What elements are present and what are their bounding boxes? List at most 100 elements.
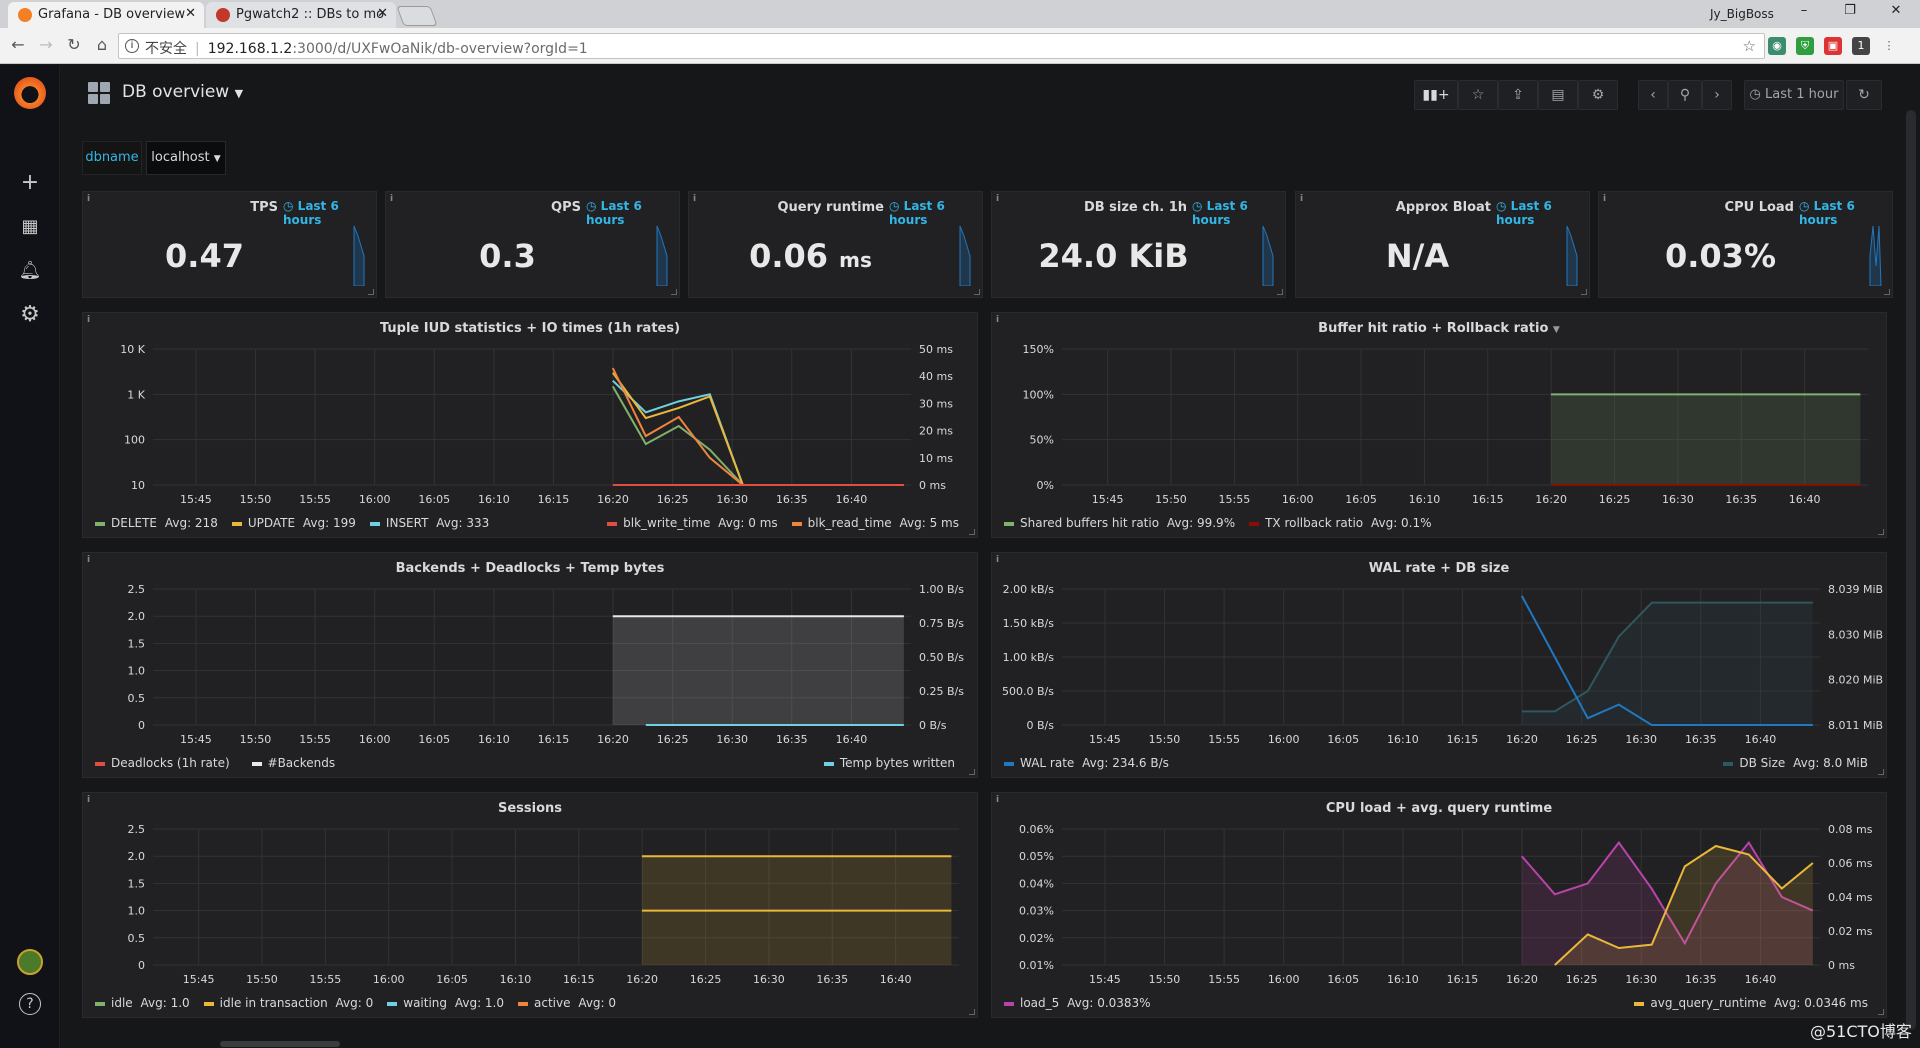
reload-icon[interactable]: ↻ (64, 35, 84, 54)
panel-info-icon[interactable]: i (87, 194, 90, 204)
forward-arrow-icon[interactable]: → (36, 35, 56, 54)
x-tick-label: 16:30 (716, 493, 748, 506)
resize-handle[interactable] (1884, 289, 1890, 295)
time-range-picker[interactable]: ◷ Last 1 hour (1744, 80, 1844, 110)
legend-item[interactable]: idle in transaction Avg: 0 (200, 996, 373, 1010)
avatar[interactable] (17, 949, 43, 975)
browser-tab-title: Grafana - DB overview (38, 7, 186, 22)
legend-item[interactable]: #Backends (248, 756, 340, 770)
resize-handle[interactable] (368, 289, 374, 295)
new-tab-button[interactable] (396, 6, 438, 26)
bookmark-star-icon[interactable]: ☆ (1743, 37, 1756, 55)
legend-item[interactable]: idle Avg: 1.0 (91, 996, 190, 1010)
notification-extension-icon[interactable]: 1 (1852, 37, 1870, 55)
stat-panel[interactable]: i CPU Load ◷ Last 6 hours 0.03% (1598, 191, 1893, 298)
stat-panel[interactable]: i DB size ch. 1h ◷ Last 6 hours 24.0 KiB (991, 191, 1286, 298)
site-info-icon[interactable]: i (125, 39, 139, 53)
panel-info-icon[interactable]: i (693, 194, 696, 204)
legend-item[interactable]: TX rollback ratio Avg: 0.1% (1245, 516, 1432, 530)
help-icon[interactable]: ? (19, 993, 41, 1015)
alerts-bell-icon[interactable]: 🔔︎ (18, 259, 42, 283)
legend-item[interactable]: waiting Avg: 1.0 (383, 996, 504, 1010)
save-dashboard-button[interactable]: ▤ (1538, 80, 1578, 110)
stat-panel[interactable]: i Query runtime ◷ Last 6 hours 0.06 ms (688, 191, 983, 298)
close-tab-icon[interactable]: ✕ (377, 6, 388, 21)
url-input[interactable]: i 不安全 | 192.168.1.2:3000/d/UXFwOaNik/db-ov… (118, 33, 1765, 59)
grafana-favicon-icon (18, 8, 32, 22)
variable-dropdown[interactable]: localhost ▼ (146, 141, 226, 175)
time-forward-button[interactable]: › (1702, 80, 1732, 110)
scrollbar-thumb[interactable] (220, 1041, 340, 1047)
legend-item[interactable]: INSERT Avg: 333 (366, 516, 489, 530)
y-right-tick-label: 0.75 B/s (919, 617, 964, 630)
sparkline (353, 225, 365, 286)
legend-item[interactable]: load_5 Avg: 0.0383% (1000, 996, 1151, 1010)
clock-icon: ◷ (889, 199, 900, 213)
panel-info-icon[interactable]: i (996, 194, 999, 204)
close-tab-icon[interactable]: ✕ (185, 6, 196, 21)
star-dashboard-button[interactable]: ☆ (1458, 80, 1498, 110)
resize-handle[interactable] (974, 289, 980, 295)
stat-panel[interactable]: i QPS ◷ Last 6 hours 0.3 (385, 191, 680, 298)
stat-title[interactable]: DB size ch. 1h (1037, 200, 1187, 215)
legend-item[interactable]: WAL rate Avg: 234.6 B/s (1000, 756, 1169, 770)
resize-handle[interactable] (1581, 289, 1587, 295)
panel-info-icon[interactable]: i (390, 194, 393, 204)
legend-label: avg_query_runtime (1650, 996, 1767, 1010)
legend-item[interactable]: Temp bytes written (820, 756, 959, 770)
home-icon[interactable]: ⌂ (92, 35, 112, 54)
stat-title[interactable]: Approx Bloat (1341, 200, 1491, 215)
stat-panel[interactable]: i TPS ◷ Last 6 hours 0.47 (82, 191, 377, 298)
minimize-button[interactable]: – (1790, 3, 1818, 23)
vertical-scrollbar[interactable] (1906, 110, 1916, 1030)
stat-title[interactable]: QPS (431, 200, 581, 215)
graph-panel[interactable]: i Backends + Deadlocks + Temp bytes 2.5 2.0… (82, 552, 978, 778)
share-dashboard-button[interactable]: ⇪ (1498, 80, 1538, 110)
add-panel-button[interactable]: ▮▮+ (1414, 80, 1458, 110)
refresh-button[interactable]: ↻ (1846, 80, 1882, 110)
stat-title[interactable]: CPU Load (1644, 200, 1794, 215)
legend-item[interactable]: avg_query_runtime Avg: 0.0346 ms (1630, 996, 1868, 1010)
graph-panel[interactable]: i WAL rate + DB size 2.00 kB/s 1.50 kB/s 1.0… (991, 552, 1887, 778)
graph-panel[interactable]: i Tuple IUD statistics + IO times (1h rat… (82, 312, 978, 538)
browser-tab-grafana[interactable]: Grafana - DB overview ✕ (8, 2, 204, 28)
legend-item[interactable]: blk_write_time Avg: 0 ms (603, 516, 778, 530)
legend-item[interactable]: Shared buffers hit ratio Avg: 99.9% (1000, 516, 1235, 530)
plus-icon[interactable]: + (18, 171, 42, 195)
dashboard-title[interactable]: DB overview ▼ (122, 82, 243, 102)
graph-panel[interactable]: i CPU load + avg. query runtime 0.06% 0.05%… (991, 792, 1887, 1018)
graph-panel[interactable]: i Buffer hit ratio + Rollback ratio ▼ 150%… (991, 312, 1887, 538)
close-window-button[interactable]: ✕ (1882, 3, 1910, 23)
legend-item[interactable]: active Avg: 0 (514, 996, 616, 1010)
zoom-out-button[interactable]: ⚲ (1668, 80, 1702, 110)
stat-title[interactable]: TPS (128, 200, 278, 215)
stat-panel[interactable]: i Approx Bloat ◷ Last 6 hours N/A (1295, 191, 1590, 298)
resize-handle[interactable] (1277, 289, 1283, 295)
dashboards-icon[interactable]: ▦ (18, 215, 42, 239)
url-path: :3000/d/UXFwOaNik/db-overview?orgId=1 (292, 41, 588, 57)
panel-info-icon[interactable]: i (1603, 194, 1606, 204)
maximize-button[interactable]: ❐ (1836, 3, 1864, 23)
browser-tab-pgwatch[interactable]: Pgwatch2 :: DBs to mo ✕ (206, 2, 396, 28)
shield-extension-icon[interactable]: ⛨ (1796, 37, 1814, 55)
menu-kebab-icon[interactable]: ⋮ (1880, 37, 1898, 55)
gear-icon[interactable]: ⚙ (18, 303, 42, 327)
legend-item[interactable]: blk_read_time Avg: 5 ms (788, 516, 959, 530)
grafana-logo-icon[interactable] (14, 77, 46, 109)
legend-item[interactable]: Deadlocks (1h rate) (91, 756, 238, 770)
back-arrow-icon[interactable]: ← (8, 35, 28, 54)
time-back-button[interactable]: ‹ (1638, 80, 1668, 110)
legend-item[interactable]: DB Size Avg: 8.0 MiB (1719, 756, 1868, 770)
legend-item[interactable]: DELETE Avg: 218 (91, 516, 218, 530)
y-tick-label: 0.01% (1019, 959, 1054, 972)
extension-red-icon[interactable]: ▣ (1824, 37, 1842, 55)
dashboard-settings-button[interactable]: ⚙ (1578, 80, 1618, 110)
horizontal-scrollbar[interactable] (60, 1040, 1906, 1048)
panel-info-icon[interactable]: i (1300, 194, 1303, 204)
extension-icon[interactable]: ◉ (1768, 37, 1786, 55)
resize-handle[interactable] (671, 289, 677, 295)
graph-panel[interactable]: i Sessions 2.5 2.0 1.5 1.0 0.5 0 15:45 15:50 15:55… (82, 792, 978, 1018)
stat-title[interactable]: Query runtime (734, 200, 885, 215)
legend-item[interactable]: UPDATE Avg: 199 (228, 516, 356, 530)
legend-stat: Avg: 0.0383% (1067, 996, 1151, 1010)
